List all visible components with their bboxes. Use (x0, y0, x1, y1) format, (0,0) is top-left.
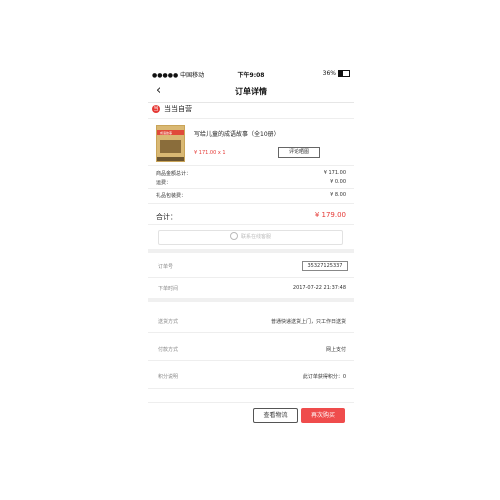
summary-value-gift-wrap: ¥ 8.00 (330, 192, 346, 198)
divider (148, 203, 354, 204)
status-bar: ●●●●● 中国移动 下午9:08 36% (148, 66, 354, 80)
dangdang-logo-icon: 当 (152, 105, 160, 113)
battery-indicator: 36% (323, 70, 350, 77)
points-label: 积分说明 (158, 374, 179, 380)
product-price-qty: ¥ 171.00 x 1 (194, 150, 226, 156)
divider (148, 360, 354, 361)
divider (148, 332, 354, 333)
total-label: 合计： (156, 213, 177, 221)
divider (148, 224, 354, 225)
customer-service-button[interactable]: 联系在线客服 (158, 230, 343, 245)
summary-label-shipping: 运费： (156, 180, 172, 186)
customer-service-label: 联系在线客服 (240, 234, 271, 240)
delivery-method-label: 送货方式 (158, 319, 179, 325)
review-button[interactable]: 评论晒图 (278, 147, 320, 158)
section-gap (148, 298, 354, 302)
view-logistics-button[interactable]: 查看物流 (253, 408, 298, 423)
shop-name: 当当自营 (164, 105, 192, 113)
divider (148, 165, 354, 166)
payment-method-label: 付款方式 (158, 347, 179, 353)
shop-header: 当当当自营 (152, 104, 192, 116)
order-time-label: 下单时间 (158, 286, 179, 292)
product-title[interactable]: 写给儿童的成语故事（全10册） (194, 129, 280, 138)
order-detail-screen: ●●●●● 中国移动 下午9:08 36% ‹ 订单详情 当当当自营 成语故事 … (148, 66, 354, 432)
points-value: 此订单获得积分：0 (302, 374, 346, 380)
order-number-value[interactable]: 35327125337 (302, 261, 348, 271)
total-value: ¥ 179.00 (314, 211, 346, 219)
summary-value-subtotal: ¥ 171.00 (323, 170, 346, 176)
order-time-value: 2017-07-22 21:37:48 (292, 285, 346, 291)
divider (148, 188, 354, 189)
divider (148, 118, 354, 119)
product-thumbnail[interactable]: 成语故事 (156, 125, 185, 162)
summary-value-shipping: ¥ 0.00 (330, 179, 346, 185)
order-number-label: 订单号 (158, 264, 174, 270)
divider (148, 388, 354, 389)
delivery-method-value: 普通快递送货上门，只工作日送货 (270, 319, 346, 325)
section-gap (148, 249, 354, 253)
payment-method-value: 网上支付 (325, 347, 346, 353)
divider (148, 277, 354, 278)
nav-bar: ‹ 订单详情 (148, 80, 354, 103)
battery-percent: 36% (322, 70, 336, 77)
page-title: 订单详情 (235, 87, 267, 96)
summary-label-subtotal: 商品金额总计： (156, 171, 192, 177)
buy-again-button[interactable]: 再次购买 (301, 408, 345, 423)
book-cover-image (160, 140, 181, 153)
book-cover-title: 成语故事 (160, 131, 173, 135)
summary-label-gift-wrap: 礼品包装费： (156, 193, 187, 199)
chat-icon (229, 231, 238, 240)
battery-icon (338, 70, 350, 77)
book-cover-base (157, 157, 184, 161)
bottom-bar-divider (148, 402, 354, 403)
